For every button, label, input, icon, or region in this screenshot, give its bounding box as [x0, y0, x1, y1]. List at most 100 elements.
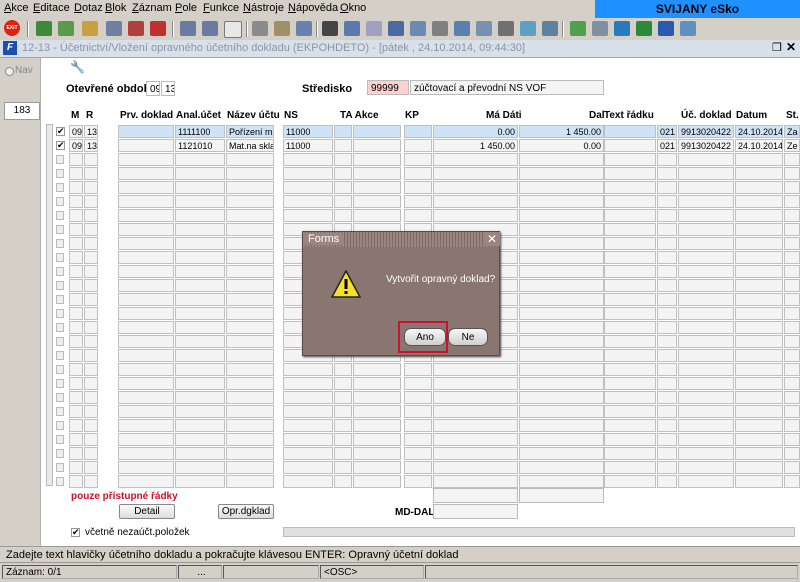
grid-cell-r[interactable] — [84, 321, 98, 334]
grid-cell-r[interactable] — [84, 279, 98, 292]
grid-cell-dal[interactable] — [519, 307, 604, 320]
grid-cell-dal[interactable]: 1 450.00 — [519, 125, 604, 138]
grid-cell-uc-doklad[interactable] — [678, 195, 734, 208]
menu-editace[interactable]: Editace — [33, 2, 70, 14]
menu-dotaz[interactable]: Dotaz — [74, 2, 103, 14]
grid-cell-akce[interactable] — [353, 125, 401, 138]
grid-cell-text[interactable] — [604, 237, 656, 250]
grid-cell-r[interactable] — [84, 349, 98, 362]
period-month-field[interactable]: 09 — [146, 81, 160, 96]
grid-cell-r[interactable] — [84, 377, 98, 390]
grid-cell-r[interactable] — [84, 251, 98, 264]
row-indicator[interactable] — [56, 365, 64, 374]
grid-cell-dal[interactable] — [519, 209, 604, 222]
paste-icon[interactable] — [366, 21, 382, 36]
grid-cell-uc-doklad[interactable]: 9913020422 — [678, 139, 734, 152]
grid-cell-r[interactable] — [84, 433, 98, 446]
grid-cell-ta[interactable] — [334, 391, 352, 404]
close-icon[interactable]: ✕ — [786, 40, 796, 54]
grid-cell-ns[interactable] — [283, 391, 333, 404]
grid-cell-ns[interactable] — [283, 419, 333, 432]
grid-cell-r[interactable] — [84, 265, 98, 278]
horizontal-scrollbar[interactable] — [283, 527, 795, 537]
grid-cell-st[interactable] — [784, 265, 800, 278]
grid-cell-st[interactable] — [784, 223, 800, 236]
grid-cell-ta[interactable] — [334, 195, 352, 208]
grid-cell-ns[interactable] — [283, 153, 333, 166]
grid-cell-uc-doklad[interactable] — [678, 307, 734, 320]
row-indicator[interactable] — [56, 253, 64, 262]
row-indicator[interactable] — [56, 155, 64, 164]
grid-cell-kp[interactable] — [404, 139, 432, 152]
yes-button[interactable]: Ano — [404, 328, 446, 346]
grid-cell-st[interactable] — [784, 363, 800, 376]
grid-cell-akce[interactable] — [353, 139, 401, 152]
grid-cell-kod[interactable] — [657, 307, 677, 320]
grid-cell-dal[interactable] — [519, 153, 604, 166]
row-indicator[interactable] — [56, 421, 64, 430]
grid-cell-prv[interactable] — [118, 377, 174, 390]
grid-cell-anal[interactable] — [175, 433, 225, 446]
grid-cell-akce[interactable] — [353, 153, 401, 166]
delete-record-icon[interactable] — [128, 21, 144, 36]
row-indicator[interactable] — [56, 211, 64, 220]
menu-akce[interactable]: Akce — [4, 2, 28, 14]
grid-cell-text[interactable] — [604, 139, 656, 152]
grid-cell-kp[interactable] — [404, 433, 432, 446]
grid-cell-m[interactable] — [69, 363, 83, 376]
grid-cell-st[interactable] — [784, 461, 800, 474]
grid-cell-kp[interactable] — [404, 461, 432, 474]
grid-cell-datum[interactable] — [735, 363, 783, 376]
print-preview-icon[interactable] — [274, 21, 290, 36]
grid-cell-ns[interactable] — [283, 195, 333, 208]
grid-cell-uc-doklad[interactable] — [678, 461, 734, 474]
grid-cell-r[interactable] — [84, 475, 98, 488]
grid-cell-ns[interactable] — [283, 181, 333, 194]
grid-cell-dal[interactable] — [519, 433, 604, 446]
grid-cell-nazev[interactable] — [226, 433, 274, 446]
grid-cell-dal[interactable] — [519, 265, 604, 278]
grid-cell-prv[interactable] — [118, 265, 174, 278]
grid-cell-anal[interactable] — [175, 307, 225, 320]
grid-cell-st[interactable] — [784, 433, 800, 446]
grid-cell-datum[interactable] — [735, 181, 783, 194]
grid-cell-kp[interactable] — [404, 391, 432, 404]
grid-cell-anal[interactable] — [175, 363, 225, 376]
grid-cell-dal[interactable] — [519, 237, 604, 250]
grid-cell-ma-dati[interactable] — [433, 209, 518, 222]
grid-cell-anal[interactable] — [175, 223, 225, 236]
settings-icon[interactable] — [542, 21, 558, 36]
grid-cell-uc-doklad[interactable] — [678, 153, 734, 166]
grid-cell-prv[interactable] — [118, 167, 174, 180]
grid-cell-kp[interactable] — [404, 209, 432, 222]
grid-cell-ma-dati[interactable] — [433, 405, 518, 418]
grid-cell-text[interactable] — [604, 475, 656, 488]
grid-cell-datum[interactable] — [735, 237, 783, 250]
grid-cell-uc-doklad[interactable] — [678, 279, 734, 292]
grid-cell-uc-doklad[interactable] — [678, 209, 734, 222]
grid-cell-kod[interactable] — [657, 167, 677, 180]
grid-cell-prv[interactable] — [118, 139, 174, 152]
grid-cell-st[interactable] — [784, 195, 800, 208]
grid-cell-m[interactable] — [69, 265, 83, 278]
row-indicator[interactable] — [56, 435, 64, 444]
mail-icon[interactable] — [296, 21, 312, 36]
grid-cell-anal[interactable]: 1111100 — [175, 125, 225, 138]
cut-icon[interactable] — [322, 21, 338, 36]
grid-cell-text[interactable] — [604, 419, 656, 432]
grid-cell-prv[interactable] — [118, 307, 174, 320]
grid-cell-nazev[interactable] — [226, 475, 274, 488]
grid-cell-kp[interactable] — [404, 153, 432, 166]
grid-cell-datum[interactable] — [735, 433, 783, 446]
grid-cell-kp[interactable] — [404, 167, 432, 180]
grid-cell-akce[interactable] — [353, 363, 401, 376]
row-checkbox[interactable] — [56, 141, 65, 150]
grid-cell-m[interactable] — [69, 181, 83, 194]
grid-cell-uc-doklad[interactable] — [678, 433, 734, 446]
grid-cell-m[interactable] — [69, 237, 83, 250]
grid-cell-st[interactable] — [784, 321, 800, 334]
grid-cell-m[interactable] — [69, 307, 83, 320]
grid-cell-r[interactable] — [84, 447, 98, 460]
grid-cell-anal[interactable] — [175, 405, 225, 418]
grid-cell-text[interactable] — [604, 461, 656, 474]
